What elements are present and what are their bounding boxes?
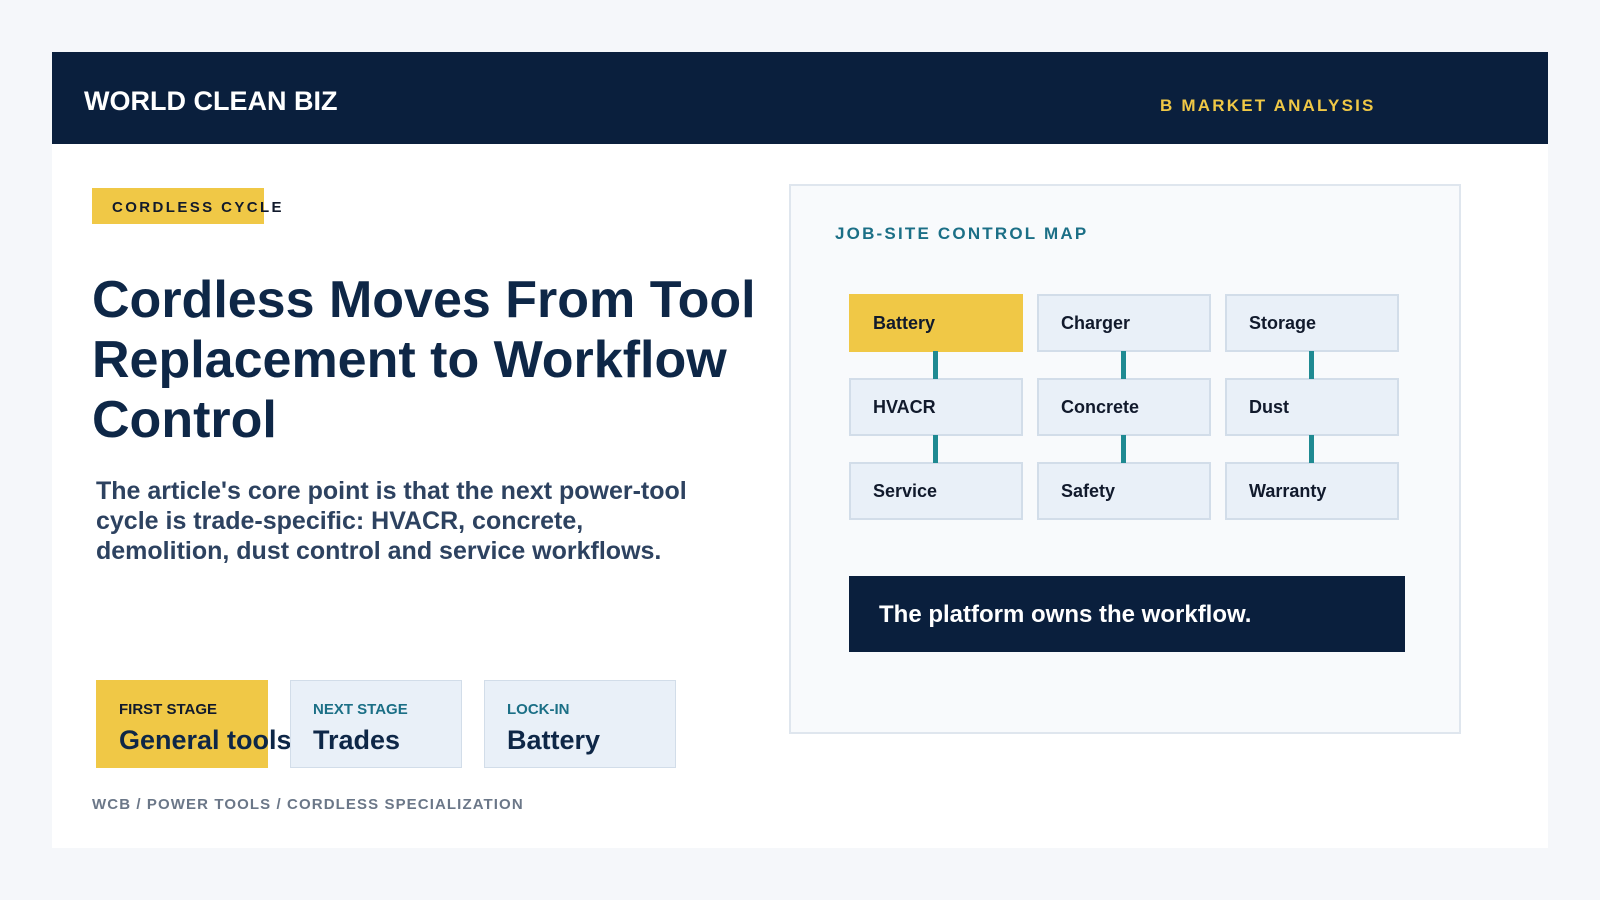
connector-line [933, 351, 938, 379]
header-bar: WORLD CLEAN BIZ B MARKET ANALYSIS [52, 52, 1548, 144]
map-node-dust: Dust [1225, 378, 1399, 436]
map-title: JOB-SITE CONTROL MAP [835, 224, 1089, 243]
stage-value: Trades [313, 725, 401, 755]
stage-label: FIRST STAGE [119, 701, 218, 718]
brand-name: WORLD CLEAN BIZ [84, 86, 338, 116]
stage-value: Battery [507, 725, 601, 755]
page-title: Cordless Moves From Tool Replacement to … [92, 271, 756, 449]
connector-line [1121, 435, 1126, 463]
section-label: B MARKET ANALYSIS [1160, 96, 1376, 115]
connector-line [933, 435, 938, 463]
stage-value: General tools [119, 725, 292, 755]
stage-card-lock-in: LOCK-IN Battery [484, 680, 676, 768]
map-node-storage: Storage [1225, 294, 1399, 352]
stage-card-first: FIRST STAGE General tools [96, 680, 292, 768]
map-node-concrete: Concrete [1037, 378, 1211, 436]
slide-card: WORLD CLEAN BIZ B MARKET ANALYSIS CORDLE… [52, 52, 1548, 848]
stage-card-next: NEXT STAGE Trades [290, 680, 462, 768]
control-map-panel: JOB-SITE CONTROL MAP Battery Charger Sto… [789, 184, 1461, 734]
connector-line [1121, 351, 1126, 379]
map-node-charger: Charger [1037, 294, 1211, 352]
map-node-battery: Battery [849, 294, 1023, 352]
footer-breadcrumb: WCB / POWER TOOLS / CORDLESS SPECIALIZAT… [92, 796, 524, 813]
kicker-label: CORDLESS CYCLE [112, 199, 284, 216]
map-node-safety: Safety [1037, 462, 1211, 520]
map-node-hvacr: HVACR [849, 378, 1023, 436]
stage-label: LOCK-IN [507, 701, 570, 718]
stage-label: NEXT STAGE [313, 701, 408, 718]
map-node-service: Service [849, 462, 1023, 520]
callout-text: The platform owns the workflow. [879, 601, 1252, 628]
connector-line [1309, 351, 1314, 379]
lede-paragraph: The article's core point is that the nex… [96, 477, 687, 565]
connector-line [1309, 435, 1314, 463]
map-node-warranty: Warranty [1225, 462, 1399, 520]
callout-box: The platform owns the workflow. [849, 576, 1405, 652]
